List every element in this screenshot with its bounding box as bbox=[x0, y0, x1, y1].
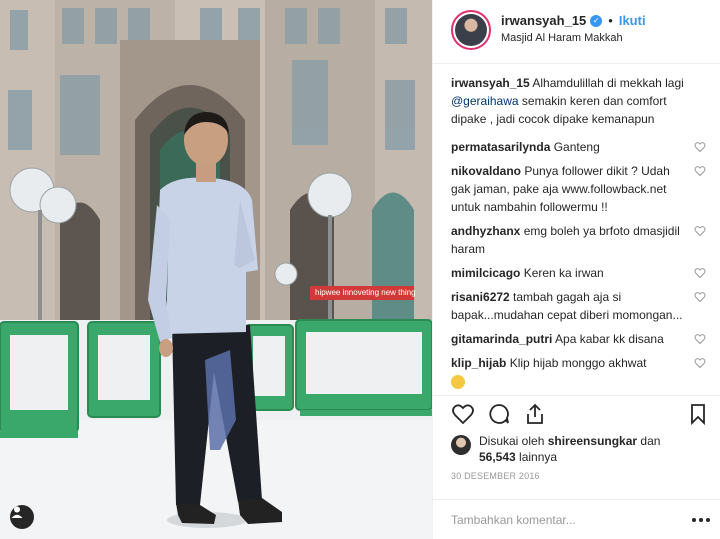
liker-username[interactable]: shireensungkar bbox=[548, 434, 637, 448]
separator-dot: • bbox=[608, 13, 613, 28]
smile-emoji-icon bbox=[451, 374, 465, 389]
heart-icon[interactable] bbox=[694, 165, 706, 177]
caption-text-start: Alhamdulillah di mekkah lagi bbox=[529, 76, 684, 90]
heart-icon[interactable] bbox=[694, 225, 706, 237]
user-tag-icon bbox=[11, 506, 23, 518]
comment-text: Keren ka irwan bbox=[520, 266, 604, 280]
avatar[interactable] bbox=[451, 10, 491, 50]
photo-scene bbox=[0, 0, 432, 539]
user-tag-button[interactable] bbox=[10, 505, 34, 529]
comments-list[interactable]: irwansyah_15 Alhamdulillah di mekkah lag… bbox=[433, 64, 720, 395]
comment-input[interactable] bbox=[451, 512, 681, 527]
comment-author[interactable]: gitamarinda_putri bbox=[451, 332, 552, 346]
comment-item: andhyzhanx emg boleh ya brfoto dmasjidil… bbox=[451, 222, 706, 258]
comment-item: nikovaldano Punya follower dikit ? Udah … bbox=[451, 162, 706, 216]
liker-avatar bbox=[451, 435, 471, 455]
caption: irwansyah_15 Alhamdulillah di mekkah lag… bbox=[451, 74, 706, 128]
post-date: 30 DESEMBER 2016 bbox=[451, 471, 540, 481]
heart-icon[interactable] bbox=[451, 402, 475, 426]
post-actions bbox=[433, 395, 720, 431]
comment-text: Klip hijab monggo akhwat bbox=[506, 356, 647, 370]
heart-icon[interactable] bbox=[694, 267, 706, 279]
likes-suffix: lainnya bbox=[515, 450, 558, 464]
bookmark-icon[interactable] bbox=[686, 402, 710, 426]
post-side-panel: irwansyah_15 ✓ • Ikuti Masjid Al Haram M… bbox=[432, 0, 720, 539]
likes-middle: dan bbox=[637, 434, 661, 448]
comment-item: klip_hijab Klip hijab monggo akhwat bbox=[451, 354, 706, 390]
likes-summary: Disukai oleh shireensungkar dan 56,543 l… bbox=[433, 431, 720, 465]
comment-author[interactable]: risani6272 bbox=[451, 290, 510, 304]
post-photo[interactable]: hipwee innoveting new thing bbox=[0, 0, 432, 539]
comment-item: mimilcicago Keren ka irwan bbox=[451, 264, 706, 282]
likes-count[interactable]: 56,543 bbox=[479, 450, 516, 464]
heart-icon[interactable] bbox=[694, 333, 706, 345]
watermark-text: hipwee innoveting new thing bbox=[310, 286, 416, 300]
comment-item: gitamarinda_putri Apa kabar kk disana bbox=[451, 330, 706, 348]
header-username[interactable]: irwansyah_15 bbox=[501, 13, 586, 28]
more-options-icon[interactable] bbox=[692, 517, 710, 523]
comment-author[interactable]: nikovaldano bbox=[451, 164, 521, 178]
comment-icon[interactable] bbox=[487, 402, 511, 426]
follow-button[interactable]: Ikuti bbox=[619, 13, 646, 28]
caption-mention[interactable]: @geraihawa bbox=[451, 94, 519, 108]
comment-item: risani6272 tambah gagah aja si bapak...m… bbox=[451, 288, 706, 324]
add-comment-bar bbox=[433, 499, 720, 539]
heart-icon[interactable] bbox=[694, 141, 706, 153]
comment-text: Ganteng bbox=[550, 140, 600, 154]
heart-icon[interactable] bbox=[694, 357, 706, 369]
comment-item: permatasarilynda Ganteng bbox=[451, 138, 706, 156]
location-link[interactable]: Masjid Al Haram Makkah bbox=[501, 32, 646, 44]
caption-author[interactable]: irwansyah_15 bbox=[451, 76, 530, 90]
comment-author[interactable]: klip_hijab bbox=[451, 356, 506, 370]
verified-badge-icon: ✓ bbox=[590, 14, 603, 27]
heart-icon[interactable] bbox=[694, 291, 706, 303]
comment-author[interactable]: mimilcicago bbox=[451, 266, 520, 280]
comment-text: Apa kabar kk disana bbox=[552, 332, 664, 346]
comment-author[interactable]: permatasarilynda bbox=[451, 140, 550, 154]
likes-prefix: Disukai oleh bbox=[479, 434, 548, 448]
share-icon[interactable] bbox=[523, 402, 547, 426]
post-header: irwansyah_15 ✓ • Ikuti Masjid Al Haram M… bbox=[433, 0, 720, 64]
comment-author[interactable]: andhyzhanx bbox=[451, 224, 520, 238]
instagram-post: hipwee innoveting new thing irwansyah_15… bbox=[0, 0, 720, 539]
